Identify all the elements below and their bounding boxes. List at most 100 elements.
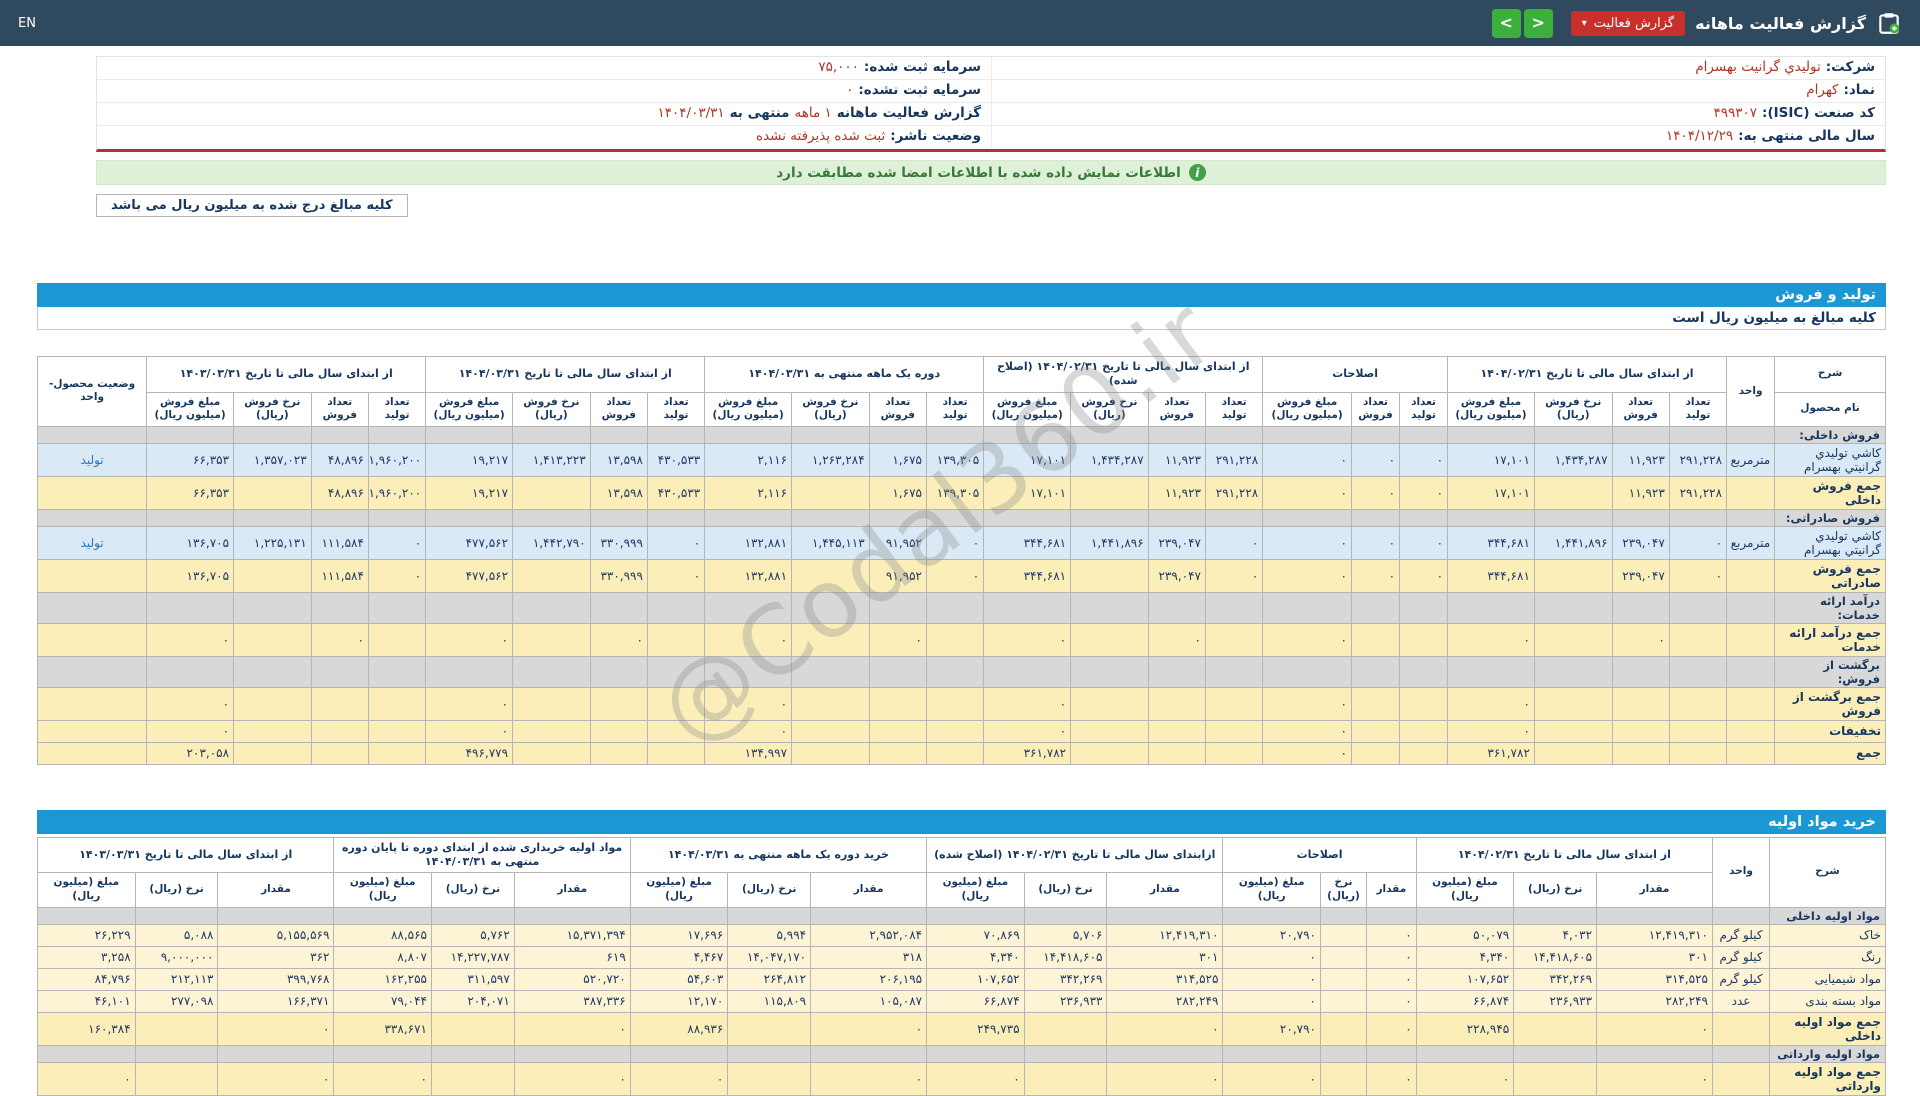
empty-cell <box>1448 656 1535 687</box>
empty-cell <box>1448 509 1535 526</box>
section-label-cell: مواد اولیه داخلی <box>1770 907 1886 924</box>
value-cell <box>1351 623 1399 656</box>
value-cell: ۰ <box>1400 559 1448 592</box>
value-cell: ۰ <box>147 687 234 720</box>
column-header: مقدار <box>1366 873 1416 907</box>
empty-cell <box>1320 1045 1366 1062</box>
chevron-right-icon: < <box>1532 15 1545 31</box>
empty-cell <box>513 426 591 443</box>
column-header: تعداد تولید <box>926 392 983 426</box>
value-cell: ۲۷۷,۰۹۸ <box>135 990 218 1012</box>
empty-cell <box>728 1045 811 1062</box>
value-cell: ۲۳۹,۰۴۷ <box>1148 559 1205 592</box>
value-cell: ۲۹۱,۲۲۸ <box>1205 476 1262 509</box>
language-toggle[interactable]: EN <box>18 16 36 31</box>
value-cell: ۱۳,۵۹۸ <box>590 443 647 476</box>
empty-cell <box>38 1045 136 1062</box>
column-group-header: دوره یک ماهه منتهی به ۱۴۰۴/۰۳/۳۱ <box>705 357 984 393</box>
value-cell: ۳۱۱,۵۹۷ <box>431 968 514 990</box>
next-report-button[interactable]: < <box>1524 9 1553 38</box>
col-product-header: نام محصول <box>1775 392 1886 426</box>
empty-cell <box>234 656 312 687</box>
value-cell <box>368 720 425 742</box>
value-cell: ۰ <box>1351 526 1399 559</box>
unit-cell: کیلو گرم <box>1713 946 1770 968</box>
value-cell <box>728 1062 811 1095</box>
value-cell: ۰ <box>1669 559 1726 592</box>
row-label-cell: جمع مواد اولیه وارداتی <box>1770 1062 1886 1095</box>
value-cell: ۱۹,۲۱۷ <box>426 443 513 476</box>
empty-cell <box>368 509 425 526</box>
value-cell: ۶۶,۸۷۴ <box>1416 990 1514 1012</box>
empty-cell <box>811 907 927 924</box>
value-cell: ۲۰۶,۱۹۵ <box>811 968 927 990</box>
value-cell: ۱۲,۴۱۹,۳۱۰ <box>1107 924 1223 946</box>
empty-cell <box>426 656 513 687</box>
empty-cell <box>1400 426 1448 443</box>
value-cell: ۲۳۹,۰۴۷ <box>1148 526 1205 559</box>
value-cell: ۱۶۶,۳۷۱ <box>218 990 334 1012</box>
value-cell: ۲۳۶,۹۳۳ <box>1514 990 1597 1012</box>
status-cell <box>38 476 147 509</box>
value-cell: ۰ <box>218 1012 334 1045</box>
registered-capital-row: سرمایه ثبت شده: ۷۵,۰۰۰ <box>97 57 991 80</box>
value-cell: ۳۴۴,۶۸۱ <box>984 559 1071 592</box>
value-cell: ۲۰۴,۰۷۱ <box>431 990 514 1012</box>
row-label-cell: جمع مواد اولیه داخلی <box>1770 1012 1886 1045</box>
report-body: @Codal360.ir تولید و فروش کلیه مبالغ به … <box>37 217 1886 1096</box>
value-cell: ۴۶,۱۰۱ <box>38 990 136 1012</box>
empty-cell <box>368 592 425 623</box>
table-row: جمع فروش صادراتی۰۲۳۹,۰۴۷۳۴۴,۶۸۱۰۰۰۰۲۳۹,۰… <box>38 559 1886 592</box>
empty-cell <box>926 656 983 687</box>
col-sherh-header: شرح <box>1775 357 1886 393</box>
empty-cell <box>984 426 1071 443</box>
column-header: مبلغ فروش (میلیون ریال) <box>705 392 792 426</box>
value-cell: ۰ <box>1351 443 1399 476</box>
raw-materials-purchase-table: شرحواحداز ابتدای سال مالی تا تاریخ ۱۴۰۴/… <box>37 837 1886 1096</box>
value-cell <box>792 623 870 656</box>
empty-cell <box>514 1045 630 1062</box>
currency-note: کلیه مبالغ درج شده به میلیون ریال می باش… <box>96 194 408 217</box>
value-cell <box>926 720 983 742</box>
report-type-dropdown[interactable]: گزارش فعالیت ▾ <box>1571 11 1685 36</box>
symbol-value: کهرام <box>1806 82 1838 98</box>
empty-cell <box>1148 426 1205 443</box>
value-cell <box>1534 720 1612 742</box>
value-cell: ۱۳۲,۸۸۱ <box>705 526 792 559</box>
report-period-label: گزارش فعالیت ماهانه <box>837 105 981 121</box>
prev-report-button[interactable]: > <box>1492 9 1521 38</box>
value-cell: ۱,۹۶۰,۲۰۰ <box>368 443 425 476</box>
value-cell: ۰ <box>1263 443 1352 476</box>
empty-cell <box>1400 656 1448 687</box>
empty-cell <box>218 907 334 924</box>
table-row: جمع فروش داخلی۲۹۱,۲۲۸۱۱,۹۲۳۱۷,۱۰۱۰۰۰۲۹۱,… <box>38 476 1886 509</box>
value-cell: ۱۰۷,۶۵۲ <box>1416 968 1514 990</box>
value-cell <box>1612 687 1669 720</box>
empty-cell <box>1612 426 1669 443</box>
empty-cell <box>311 656 368 687</box>
column-header: مبلغ (میلیون ریال) <box>334 873 432 907</box>
empty-cell <box>705 592 792 623</box>
value-cell: ۱۷,۶۹۶ <box>630 924 728 946</box>
production-status-link[interactable]: تولید <box>81 536 104 550</box>
empty-cell <box>1534 426 1612 443</box>
empty-cell <box>426 426 513 443</box>
production-status-link[interactable]: تولید <box>81 453 104 467</box>
row-label-cell: جمع <box>1775 742 1886 764</box>
empty-cell <box>1107 907 1223 924</box>
value-cell: ۱,۶۷۵ <box>869 443 926 476</box>
table-row: خاککیلو گرم۱۲,۴۱۹,۳۱۰۴,۰۳۲۵۰,۰۷۹۰۲۰,۷۹۰۱… <box>38 924 1886 946</box>
value-cell: ۰ <box>1366 968 1416 990</box>
empty-cell <box>311 592 368 623</box>
empty-cell <box>431 1045 514 1062</box>
value-cell <box>234 720 312 742</box>
value-cell: ۲۹۱,۲۲۸ <box>1205 443 1262 476</box>
value-cell: ۳۳۸,۶۷۱ <box>334 1012 432 1045</box>
empty-cell <box>368 426 425 443</box>
value-cell: ۸۴,۷۹۶ <box>38 968 136 990</box>
publisher-status-value: ثبت شده پذیرفته نشده <box>756 128 885 144</box>
value-cell: ۴,۳۴۰ <box>927 946 1025 968</box>
value-cell <box>590 687 647 720</box>
value-cell: ۰ <box>705 623 792 656</box>
value-cell: ۴,۴۶۷ <box>630 946 728 968</box>
